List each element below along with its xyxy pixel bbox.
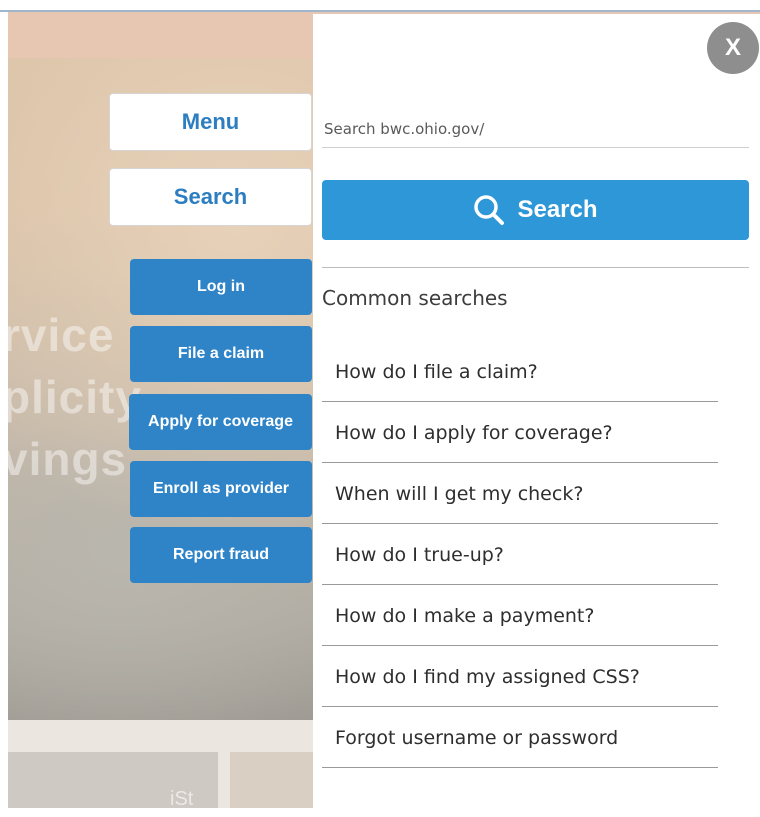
common-search-link[interactable]: How do I apply for coverage? bbox=[322, 403, 718, 463]
hero-text-line: vings bbox=[8, 433, 128, 485]
hero-text-line: rvice bbox=[8, 309, 115, 361]
common-searches-heading: Common searches bbox=[322, 286, 508, 310]
menu-tab-button[interactable]: Menu bbox=[109, 93, 312, 151]
apply-for-coverage-button[interactable]: Apply for coverage bbox=[129, 394, 312, 450]
common-search-link[interactable]: How do I make a payment? bbox=[322, 586, 718, 646]
search-button[interactable]: Search bbox=[322, 180, 749, 240]
log-in-button[interactable]: Log in bbox=[130, 259, 312, 315]
file-a-claim-button[interactable]: File a claim bbox=[130, 326, 312, 382]
common-search-link[interactable]: How do I true-up? bbox=[322, 525, 718, 585]
enroll-as-provider-button[interactable]: Enroll as provider bbox=[130, 461, 312, 517]
close-button[interactable]: X bbox=[707, 22, 759, 74]
hero-text-line: plicity bbox=[8, 371, 142, 423]
stock-watermark: iSt bbox=[170, 788, 194, 808]
search-icon bbox=[473, 194, 505, 226]
common-search-link[interactable]: How do I file a claim? bbox=[322, 342, 718, 402]
search-panel: X Search Common searches How do I file a… bbox=[313, 14, 760, 810]
search-input[interactable] bbox=[322, 110, 749, 148]
common-search-link[interactable]: When will I get my check? bbox=[322, 464, 718, 524]
section-divider bbox=[322, 267, 749, 268]
search-tab-button[interactable]: Search bbox=[109, 168, 312, 226]
common-searches-list: How do I file a claim? How do I apply fo… bbox=[322, 342, 718, 769]
common-search-link[interactable]: How do I find my assigned CSS? bbox=[322, 647, 718, 707]
report-fraud-button[interactable]: Report fraud bbox=[130, 527, 312, 583]
common-search-link[interactable]: Forgot username or password bbox=[322, 708, 718, 768]
search-button-label: Search bbox=[517, 196, 598, 223]
